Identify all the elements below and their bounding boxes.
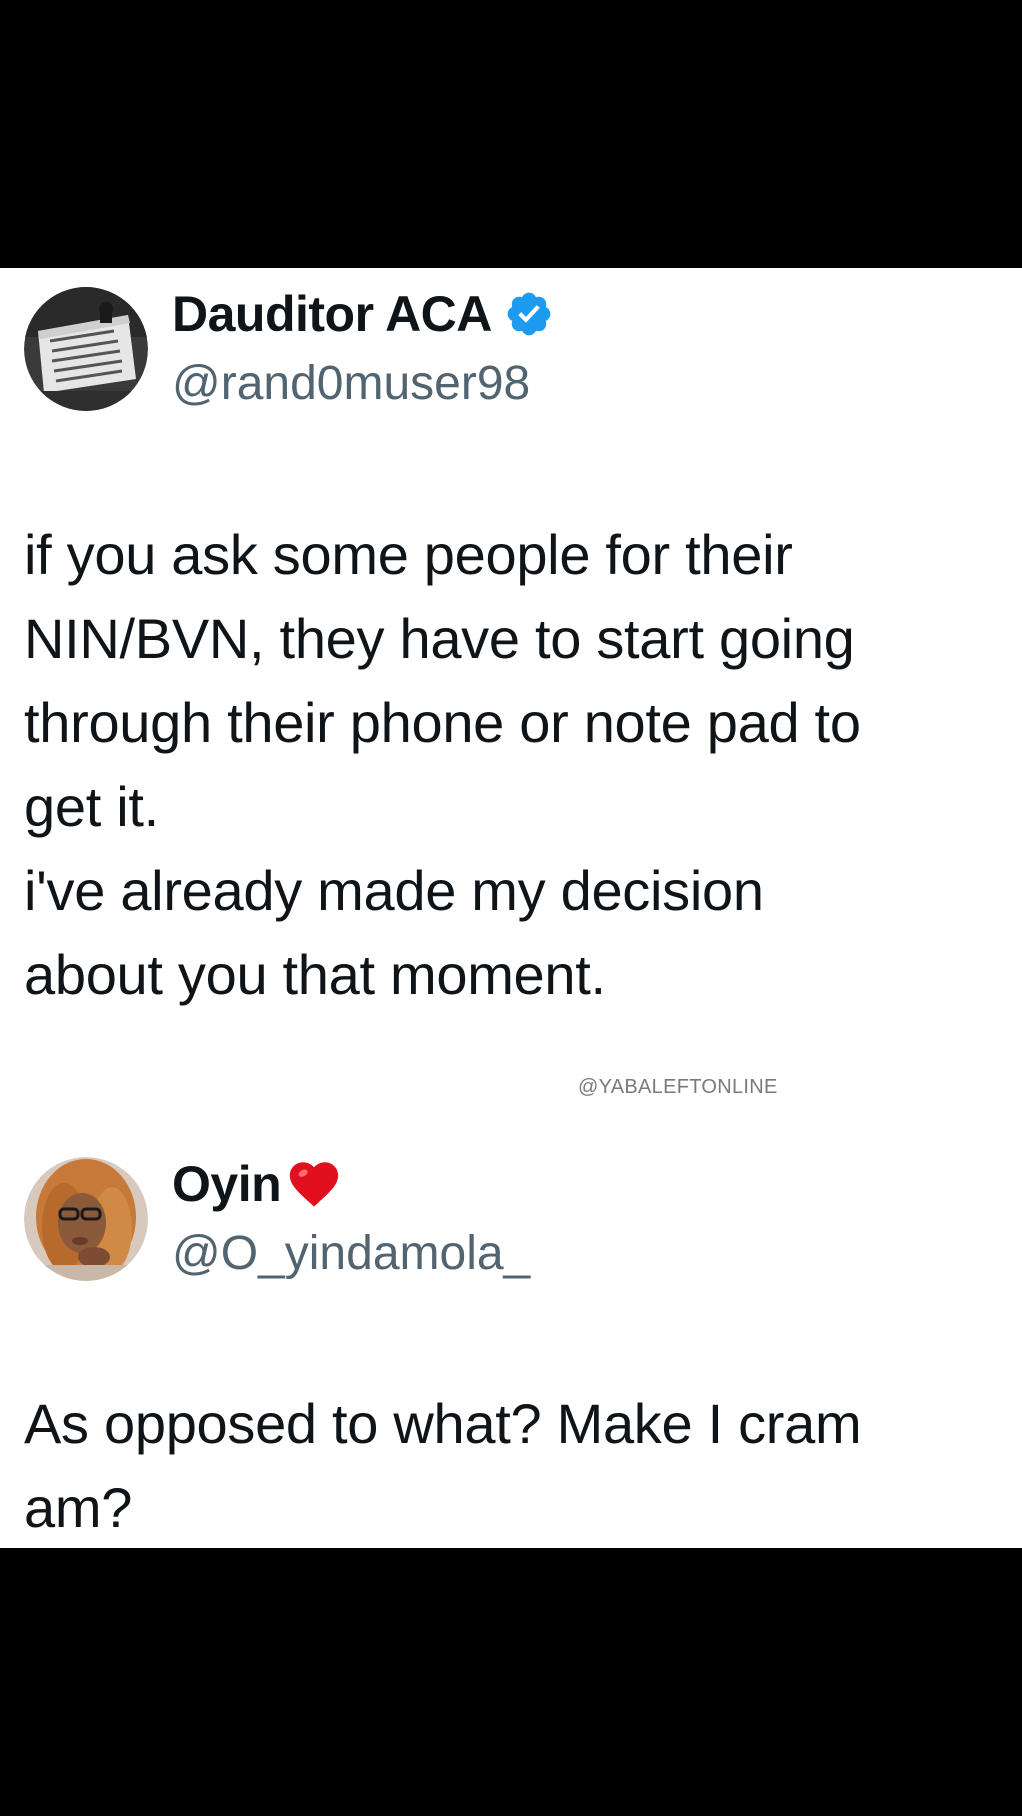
name-block: Oyin @O_yindamola_ (172, 1152, 530, 1286)
tweet-text-line: if you ask some people for their (24, 523, 793, 586)
profile-photo-avatar-icon (24, 1157, 148, 1281)
top-black-band (0, 0, 1022, 268)
name-row: Dauditor ACA (172, 282, 554, 346)
user-handle[interactable]: @rand0muser98 (172, 352, 554, 416)
display-name[interactable]: Dauditor ACA (172, 282, 492, 346)
bottom-black-band (0, 1548, 1022, 1816)
tweet-text-line: am? (24, 1476, 133, 1539)
screenshot-card: Dauditor ACA @rand0muser98 if you ask so… (0, 268, 1022, 1548)
tweet-text-line: about you that moment. (24, 943, 606, 1006)
tweet-header: Dauditor ACA @rand0muser98 (24, 282, 554, 416)
tweet-header: Oyin @O_yindamola_ (24, 1152, 530, 1286)
name-row: Oyin (172, 1152, 530, 1216)
tweet-text: As opposed to what? Make I cram am? (24, 1382, 1004, 1548)
tweet-text-line: i've already made my decision (24, 859, 764, 922)
verified-badge-icon (504, 289, 554, 339)
tweet-text-line: through their phone or note pad to (24, 691, 861, 754)
display-name[interactable]: Oyin (172, 1152, 282, 1216)
protest-sign-avatar-icon (24, 287, 148, 411)
tweet-text: if you ask some people for their NIN/BVN… (24, 513, 1004, 1017)
user-handle[interactable]: @O_yindamola_ (172, 1222, 530, 1286)
name-block: Dauditor ACA @rand0muser98 (172, 282, 554, 416)
watermark: @YABALEFTONLINE (578, 1076, 778, 1098)
avatar[interactable] (24, 1157, 148, 1281)
tweet-text-line: NIN/BVN, they have to start going (24, 607, 855, 670)
avatar[interactable] (24, 287, 148, 411)
tweet-text-line: As opposed to what? Make I cram (24, 1392, 862, 1455)
tweet-text-line: get it. (24, 775, 159, 838)
red-heart-icon (285, 1155, 343, 1213)
